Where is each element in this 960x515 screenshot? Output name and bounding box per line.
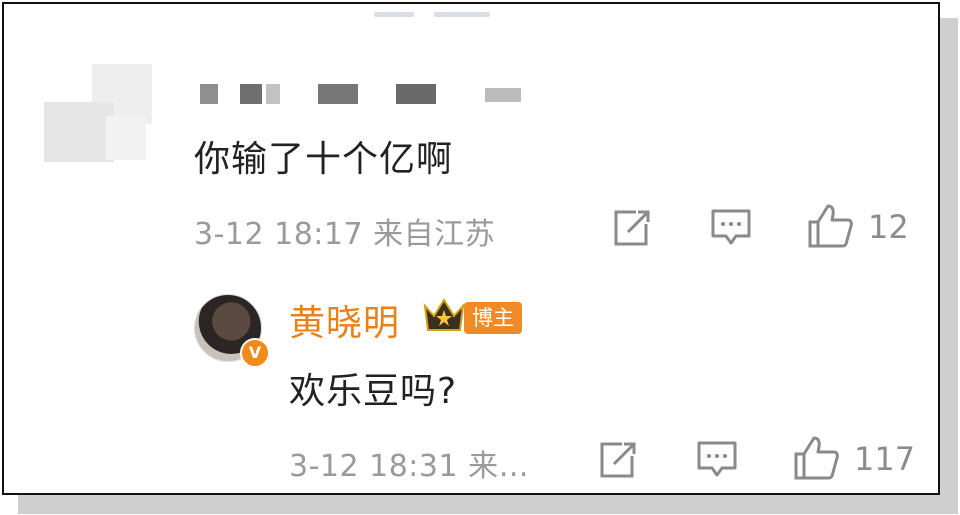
comment-time: 3-12 18:17 <box>194 217 364 252</box>
crown-icon <box>423 298 465 331</box>
reply-icon[interactable] <box>710 208 752 248</box>
like-icon[interactable] <box>806 202 854 250</box>
comment-location: 来自江苏 <box>373 217 496 252</box>
reply-share-icon[interactable] <box>596 440 638 480</box>
comment-card: 你输了十个亿啊 3-12 18:17 来自江苏 12 V 黄晓明 博主 欢乐豆吗… <box>2 2 940 495</box>
blurred-avatar[interactable] <box>44 64 162 182</box>
reply-text: 欢乐豆吗? <box>289 371 458 412</box>
reply-meta: 3-12 18:31 来… <box>289 441 529 485</box>
top-marks <box>374 4 510 21</box>
comment-meta: 3-12 18:17 来自江苏 <box>194 209 495 253</box>
host-badge: 博主 <box>464 302 522 334</box>
reply-location: 来… <box>468 449 530 484</box>
reply-time: 3-12 18:31 <box>289 449 459 484</box>
comment-text: 你输了十个亿啊 <box>194 139 454 180</box>
reply-reply-icon[interactable] <box>696 440 738 480</box>
verified-badge: V <box>240 338 270 368</box>
reply-author[interactable]: 黄晓明 <box>289 294 400 346</box>
comment-like-count: 12 <box>868 208 909 246</box>
reply-like-count: 117 <box>854 440 916 478</box>
reply-like-icon[interactable] <box>792 434 840 482</box>
share-icon[interactable] <box>610 208 652 248</box>
